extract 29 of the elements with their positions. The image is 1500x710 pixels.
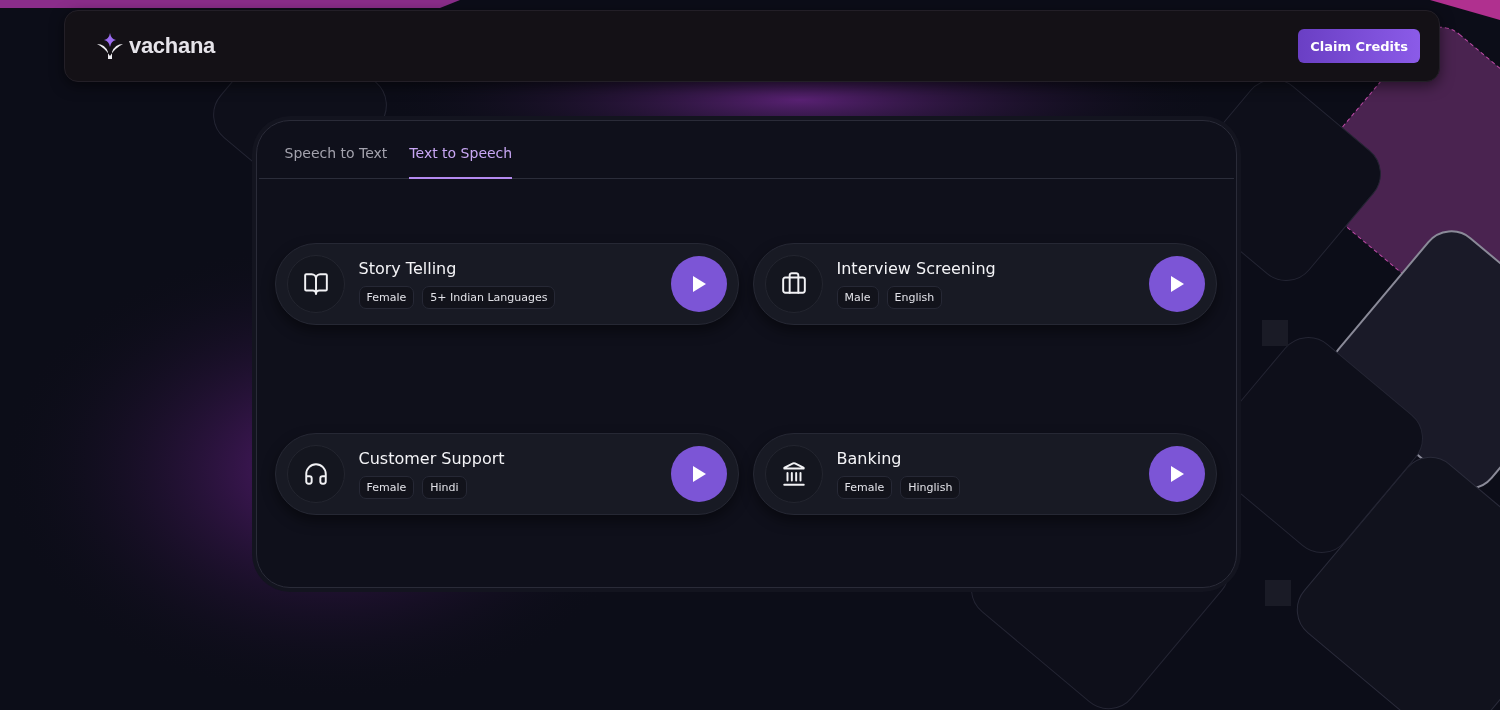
play-icon bbox=[690, 275, 707, 293]
tab[interactable]: Speech to Text bbox=[284, 121, 388, 179]
voice-tag: Female bbox=[358, 286, 415, 309]
headphones-icon bbox=[302, 461, 329, 487]
voice-tag: Female bbox=[358, 476, 415, 499]
voice-tag: Female bbox=[836, 476, 893, 499]
voice-tag: Hindi bbox=[422, 476, 467, 499]
logo-icon bbox=[95, 32, 125, 60]
brand-name: vachana bbox=[129, 33, 215, 59]
bank-icon bbox=[780, 461, 807, 487]
play-icon bbox=[690, 465, 707, 483]
play-icon bbox=[1168, 275, 1185, 293]
voice-tag: Male bbox=[836, 286, 879, 309]
claim-credits-button[interactable]: Claim Credits bbox=[1298, 29, 1420, 63]
voice-title: Customer Support bbox=[358, 449, 506, 468]
voice-tag: Hinglish bbox=[900, 476, 961, 499]
voice-tag: English bbox=[886, 286, 943, 309]
briefcase-icon bbox=[780, 271, 807, 297]
voice-title: Interview Screening bbox=[836, 259, 997, 278]
voice-tag: 5+ Indian Languages bbox=[422, 286, 556, 309]
play-button[interactable] bbox=[1148, 256, 1205, 312]
tab[interactable]: Text to Speech bbox=[409, 121, 513, 179]
voice-title: Banking bbox=[836, 449, 903, 468]
play-icon bbox=[1168, 465, 1185, 483]
play-button[interactable] bbox=[670, 256, 727, 312]
play-button[interactable] bbox=[1148, 446, 1205, 502]
voice-title: Story Telling bbox=[358, 259, 458, 278]
book-icon bbox=[302, 271, 329, 297]
play-button[interactable] bbox=[670, 446, 727, 502]
